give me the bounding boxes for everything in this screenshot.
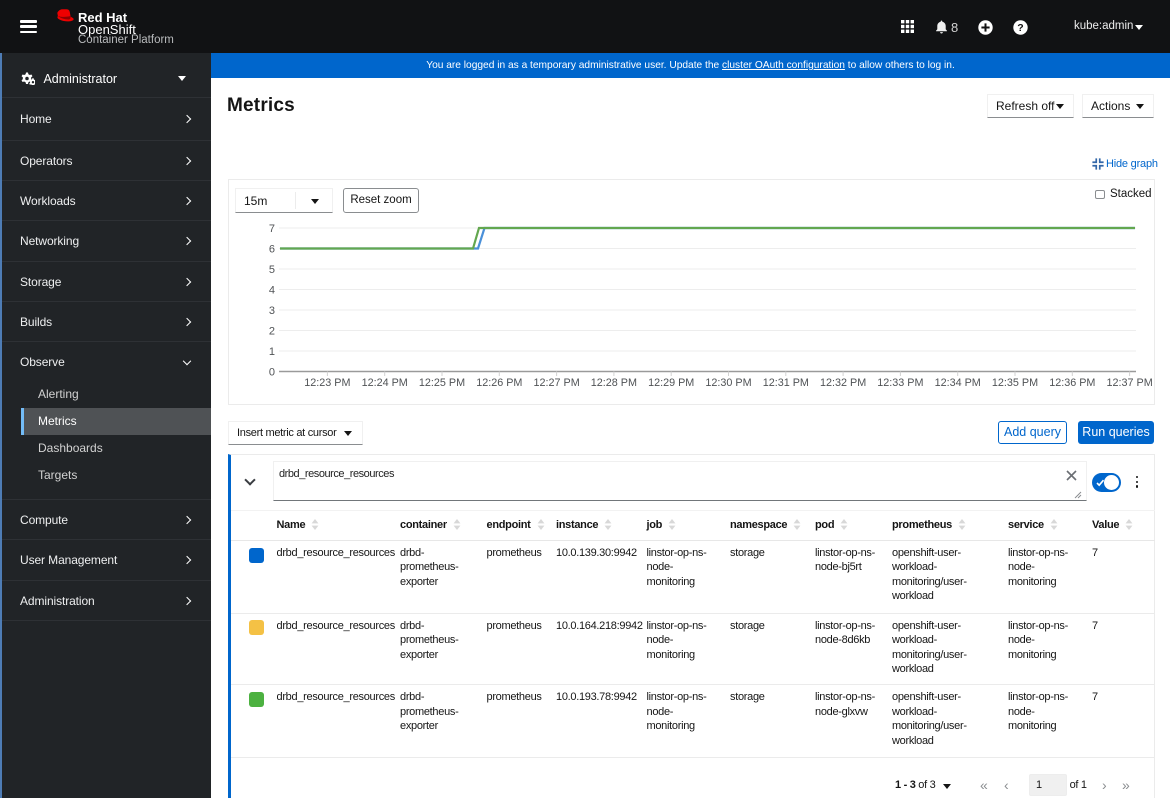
svg-text:12:25 PM: 12:25 PM: [419, 377, 465, 389]
svg-text:12:28 PM: 12:28 PM: [591, 377, 637, 389]
svg-text:12:30 PM: 12:30 PM: [705, 377, 751, 389]
svg-text:3: 3: [269, 305, 275, 317]
svg-text:4: 4: [269, 285, 275, 297]
svg-text:2: 2: [269, 326, 275, 338]
svg-text:1: 1: [269, 346, 275, 358]
svg-text:0: 0: [269, 367, 275, 379]
svg-text:12:23 PM: 12:23 PM: [304, 377, 350, 389]
svg-text:7: 7: [269, 223, 275, 235]
svg-text:12:29 PM: 12:29 PM: [648, 377, 694, 389]
svg-text:12:32 PM: 12:32 PM: [820, 377, 866, 389]
svg-text:?: ?: [1017, 22, 1023, 34]
svg-text:5: 5: [269, 264, 275, 276]
svg-text:12:35 PM: 12:35 PM: [992, 377, 1038, 389]
svg-text:12:36 PM: 12:36 PM: [1049, 377, 1095, 389]
svg-text:12:37 PM: 12:37 PM: [1106, 377, 1152, 389]
svg-text:12:27 PM: 12:27 PM: [533, 377, 579, 389]
svg-text:12:31 PM: 12:31 PM: [763, 377, 809, 389]
svg-text:12:24 PM: 12:24 PM: [362, 377, 408, 389]
svg-text:12:26 PM: 12:26 PM: [476, 377, 522, 389]
svg-text:12:33 PM: 12:33 PM: [877, 377, 923, 389]
svg-text:6: 6: [269, 244, 275, 256]
svg-text:12:34 PM: 12:34 PM: [935, 377, 981, 389]
